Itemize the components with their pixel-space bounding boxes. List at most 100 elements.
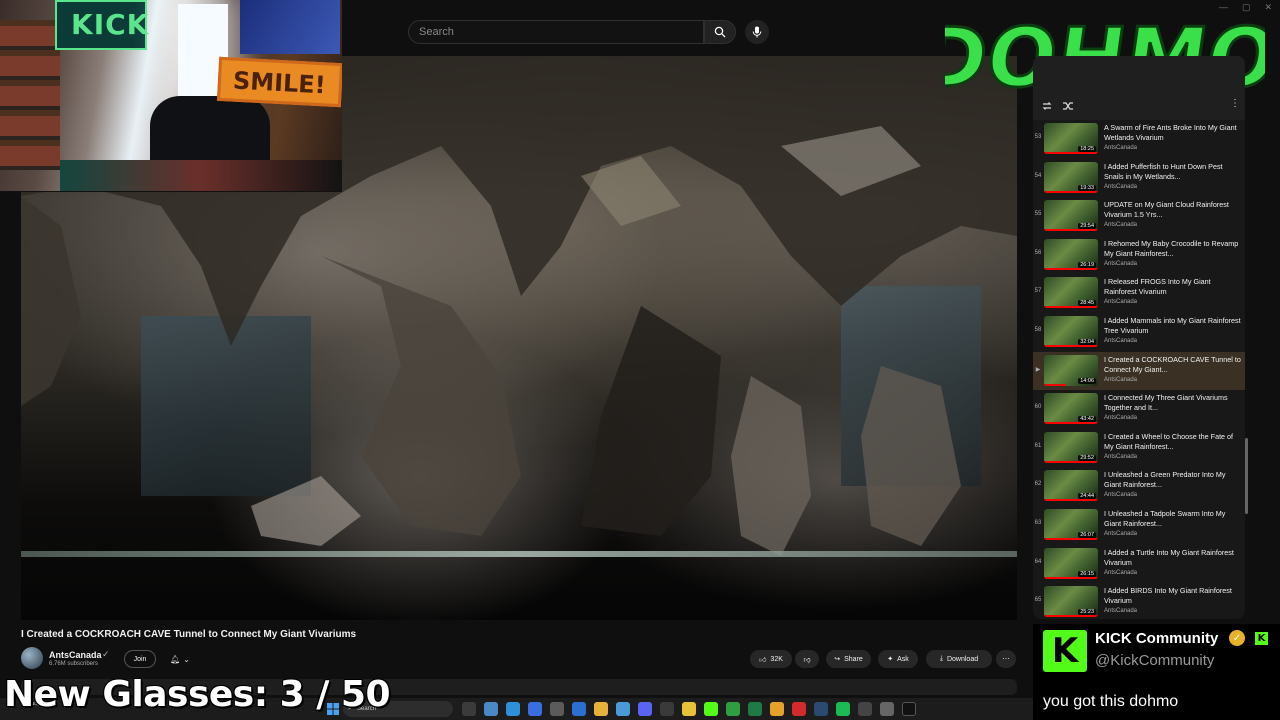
playlist-item-thumbnail[interactable]: 43:42	[1044, 393, 1098, 425]
video-title: I Created a COCKROACH CAVE Tunnel to Con…	[21, 629, 357, 640]
dislike-button[interactable]: 👎︎	[795, 650, 819, 668]
playlist-item-thumbnail[interactable]: 26:15	[1044, 547, 1098, 579]
obs-icon[interactable]	[660, 702, 674, 716]
excel-icon[interactable]	[748, 702, 762, 716]
playlist-item-channel: AntsCanada	[1104, 569, 1138, 576]
mail-icon[interactable]	[572, 702, 586, 716]
opera-icon[interactable]	[792, 702, 806, 716]
download-icon: ⤓	[939, 655, 943, 662]
playlist-item-index: 55	[1034, 211, 1042, 218]
playlist-item-channel: AntsCanada	[1104, 453, 1138, 460]
spotify-icon[interactable]	[836, 702, 850, 716]
playlist-item-index: 64	[1034, 558, 1042, 565]
glasses-counter-overlay: New Glasses: 3 / 50	[4, 674, 391, 715]
playlist-item-progress	[1044, 344, 1098, 347]
playlist-header: ⋮	[1033, 56, 1245, 120]
ask-button[interactable]: ✦ Ask	[878, 650, 918, 668]
camera-icon[interactable]	[550, 702, 564, 716]
more-actions-button[interactable]: ⋯	[996, 650, 1016, 668]
ask-label: Ask	[897, 655, 909, 663]
playlist-item-channel: AntsCanada	[1104, 492, 1138, 499]
playlist-item[interactable]: 53 18:25 A Swarm of Fire Ants Broke Into M…	[1033, 120, 1245, 159]
playlist-item-channel: AntsCanada	[1104, 337, 1138, 344]
playlist-item[interactable]: 64 26:15 I Added a Turtle Into My Giant Ra…	[1033, 545, 1245, 584]
playlist-item[interactable]: 55 29:54 UPDATE on My Giant Cloud Rainfore…	[1033, 197, 1245, 236]
playlist-item[interactable]: 57 28:45 I Released FROGS Into My Giant Ra…	[1033, 274, 1245, 313]
terminal-icon[interactable]	[858, 702, 872, 716]
playlist-item[interactable]: ▶ 14:06 I Created a COCKROACH CAVE Tunnel …	[1033, 351, 1245, 391]
playlist-item[interactable]: 65 25:23 I Added BIRDS Into My Giant Rainf…	[1033, 583, 1245, 619]
playlist-item[interactable]: 60 43:42 I Connected My Three Giant Vivari…	[1033, 390, 1245, 429]
shuffle-icon[interactable]	[1060, 98, 1076, 114]
playlist-item-thumbnail[interactable]: 24:44	[1044, 470, 1098, 502]
playlist-item[interactable]: 61 29:52 I Created a Wheel to Choose the F…	[1033, 429, 1245, 468]
join-button[interactable]: Join	[124, 650, 156, 668]
playlist-item-thumbnail[interactable]: 29:52	[1044, 431, 1098, 463]
share-icon: ↪	[834, 656, 841, 663]
playlist-scrollbar[interactable]	[1245, 438, 1248, 514]
playlist-item-thumbnail[interactable]: 32:04	[1044, 315, 1098, 347]
search-input[interactable]	[409, 21, 703, 43]
share-label: Share	[844, 655, 863, 663]
channel-name[interactable]: AntsCanada	[49, 650, 102, 660]
playlist-item-thumbnail[interactable]: 26:07	[1044, 508, 1098, 540]
playlist-item-index: 57	[1034, 288, 1042, 295]
store-icon[interactable]	[528, 702, 542, 716]
playlist-item-thumbnail[interactable]: 29:54	[1044, 200, 1098, 232]
kick-logo-icon: K	[1043, 630, 1087, 672]
playlist-item-progress	[1044, 499, 1098, 502]
like-button[interactable]: 👍︎ 32K	[750, 650, 792, 668]
playlist-item[interactable]: 56 26:19 I Rehomed My Baby Crocodile to Re…	[1033, 236, 1245, 275]
microphone-icon	[752, 26, 762, 38]
playlist-item[interactable]: 63 26:07 I Unleashed a Tadpole Swarm Into …	[1033, 506, 1245, 545]
playlist-item[interactable]: 58 32:04 I Added Mammals into My Giant Rai…	[1033, 313, 1245, 352]
search-button[interactable]	[704, 20, 736, 44]
playlist-item-thumbnail[interactable]: 14:06	[1044, 354, 1098, 386]
subscriber-count: 6.76M subscribers	[49, 661, 99, 667]
xbox-icon[interactable]	[726, 702, 740, 716]
sparkle-icon: ✦	[887, 656, 894, 663]
playlist-item-thumbnail[interactable]: 28:45	[1044, 277, 1098, 309]
explorer-icon[interactable]	[594, 702, 608, 716]
playlist-item[interactable]: 54 19:33 I Added Pufferfish to Hunt Down P…	[1033, 159, 1245, 198]
webcam-shelf	[0, 20, 60, 170]
discord-icon[interactable]	[638, 702, 652, 716]
close-icon[interactable]: ✕	[1264, 2, 1272, 13]
photos-icon[interactable]	[616, 702, 630, 716]
playlist-item-channel: AntsCanada	[1104, 299, 1138, 306]
webcam-poster	[240, 0, 340, 54]
webcam-flag-text: KICK	[71, 8, 150, 41]
search-box[interactable]	[408, 20, 704, 44]
kick-chat-message: you got this dohmo	[1043, 693, 1179, 710]
channel-avatar[interactable]	[21, 647, 43, 669]
loop-icon[interactable]	[1039, 98, 1055, 114]
playlist-more-icon[interactable]: ⋮	[1230, 98, 1240, 114]
playlist-item-progress	[1044, 615, 1098, 618]
playlist-item-thumbnail[interactable]: 18:25	[1044, 123, 1098, 154]
task-view-icon[interactable]	[462, 702, 476, 716]
playlist-item-index: 61	[1034, 442, 1042, 449]
folder-icon[interactable]	[682, 702, 696, 716]
kick-badge-icon: K	[1255, 632, 1268, 645]
share-button[interactable]: ↪ Share	[826, 650, 871, 668]
widgets-icon[interactable]	[484, 702, 498, 716]
steam-icon[interactable]	[814, 702, 828, 716]
settings-icon[interactable]	[880, 702, 894, 716]
thumbs-up-icon: 👍︎	[759, 656, 767, 664]
chrome-icon[interactable]	[770, 702, 784, 716]
webcam-desk	[60, 160, 342, 191]
playlist-item-thumbnail[interactable]: 19:33	[1044, 161, 1098, 193]
x-app-icon[interactable]	[902, 702, 916, 716]
playlist-item-index: ▶	[1035, 366, 1041, 373]
playlist-item-duration: 14:06	[1078, 377, 1096, 384]
playlist-item-thumbnail[interactable]: 25:23	[1044, 586, 1098, 618]
download-button[interactable]: ⤓ Download	[926, 650, 992, 668]
playlist-item[interactable]: 62 24:44 I Unleashed a Green Predator Into…	[1033, 467, 1245, 506]
edge-icon[interactable]	[506, 702, 520, 716]
playlist-item-thumbnail[interactable]: 26:19	[1044, 238, 1098, 270]
notifications-button[interactable]: 🔔︎ ⌄	[163, 650, 197, 668]
kick-app-icon[interactable]	[704, 702, 718, 716]
playlist-item-title: UPDATE on My Giant Cloud Rainforest Viva…	[1104, 200, 1229, 220]
playlist-item-title: I Unleashed a Green Predator Into My Gia…	[1104, 470, 1226, 490]
voice-search-button[interactable]	[745, 20, 769, 44]
